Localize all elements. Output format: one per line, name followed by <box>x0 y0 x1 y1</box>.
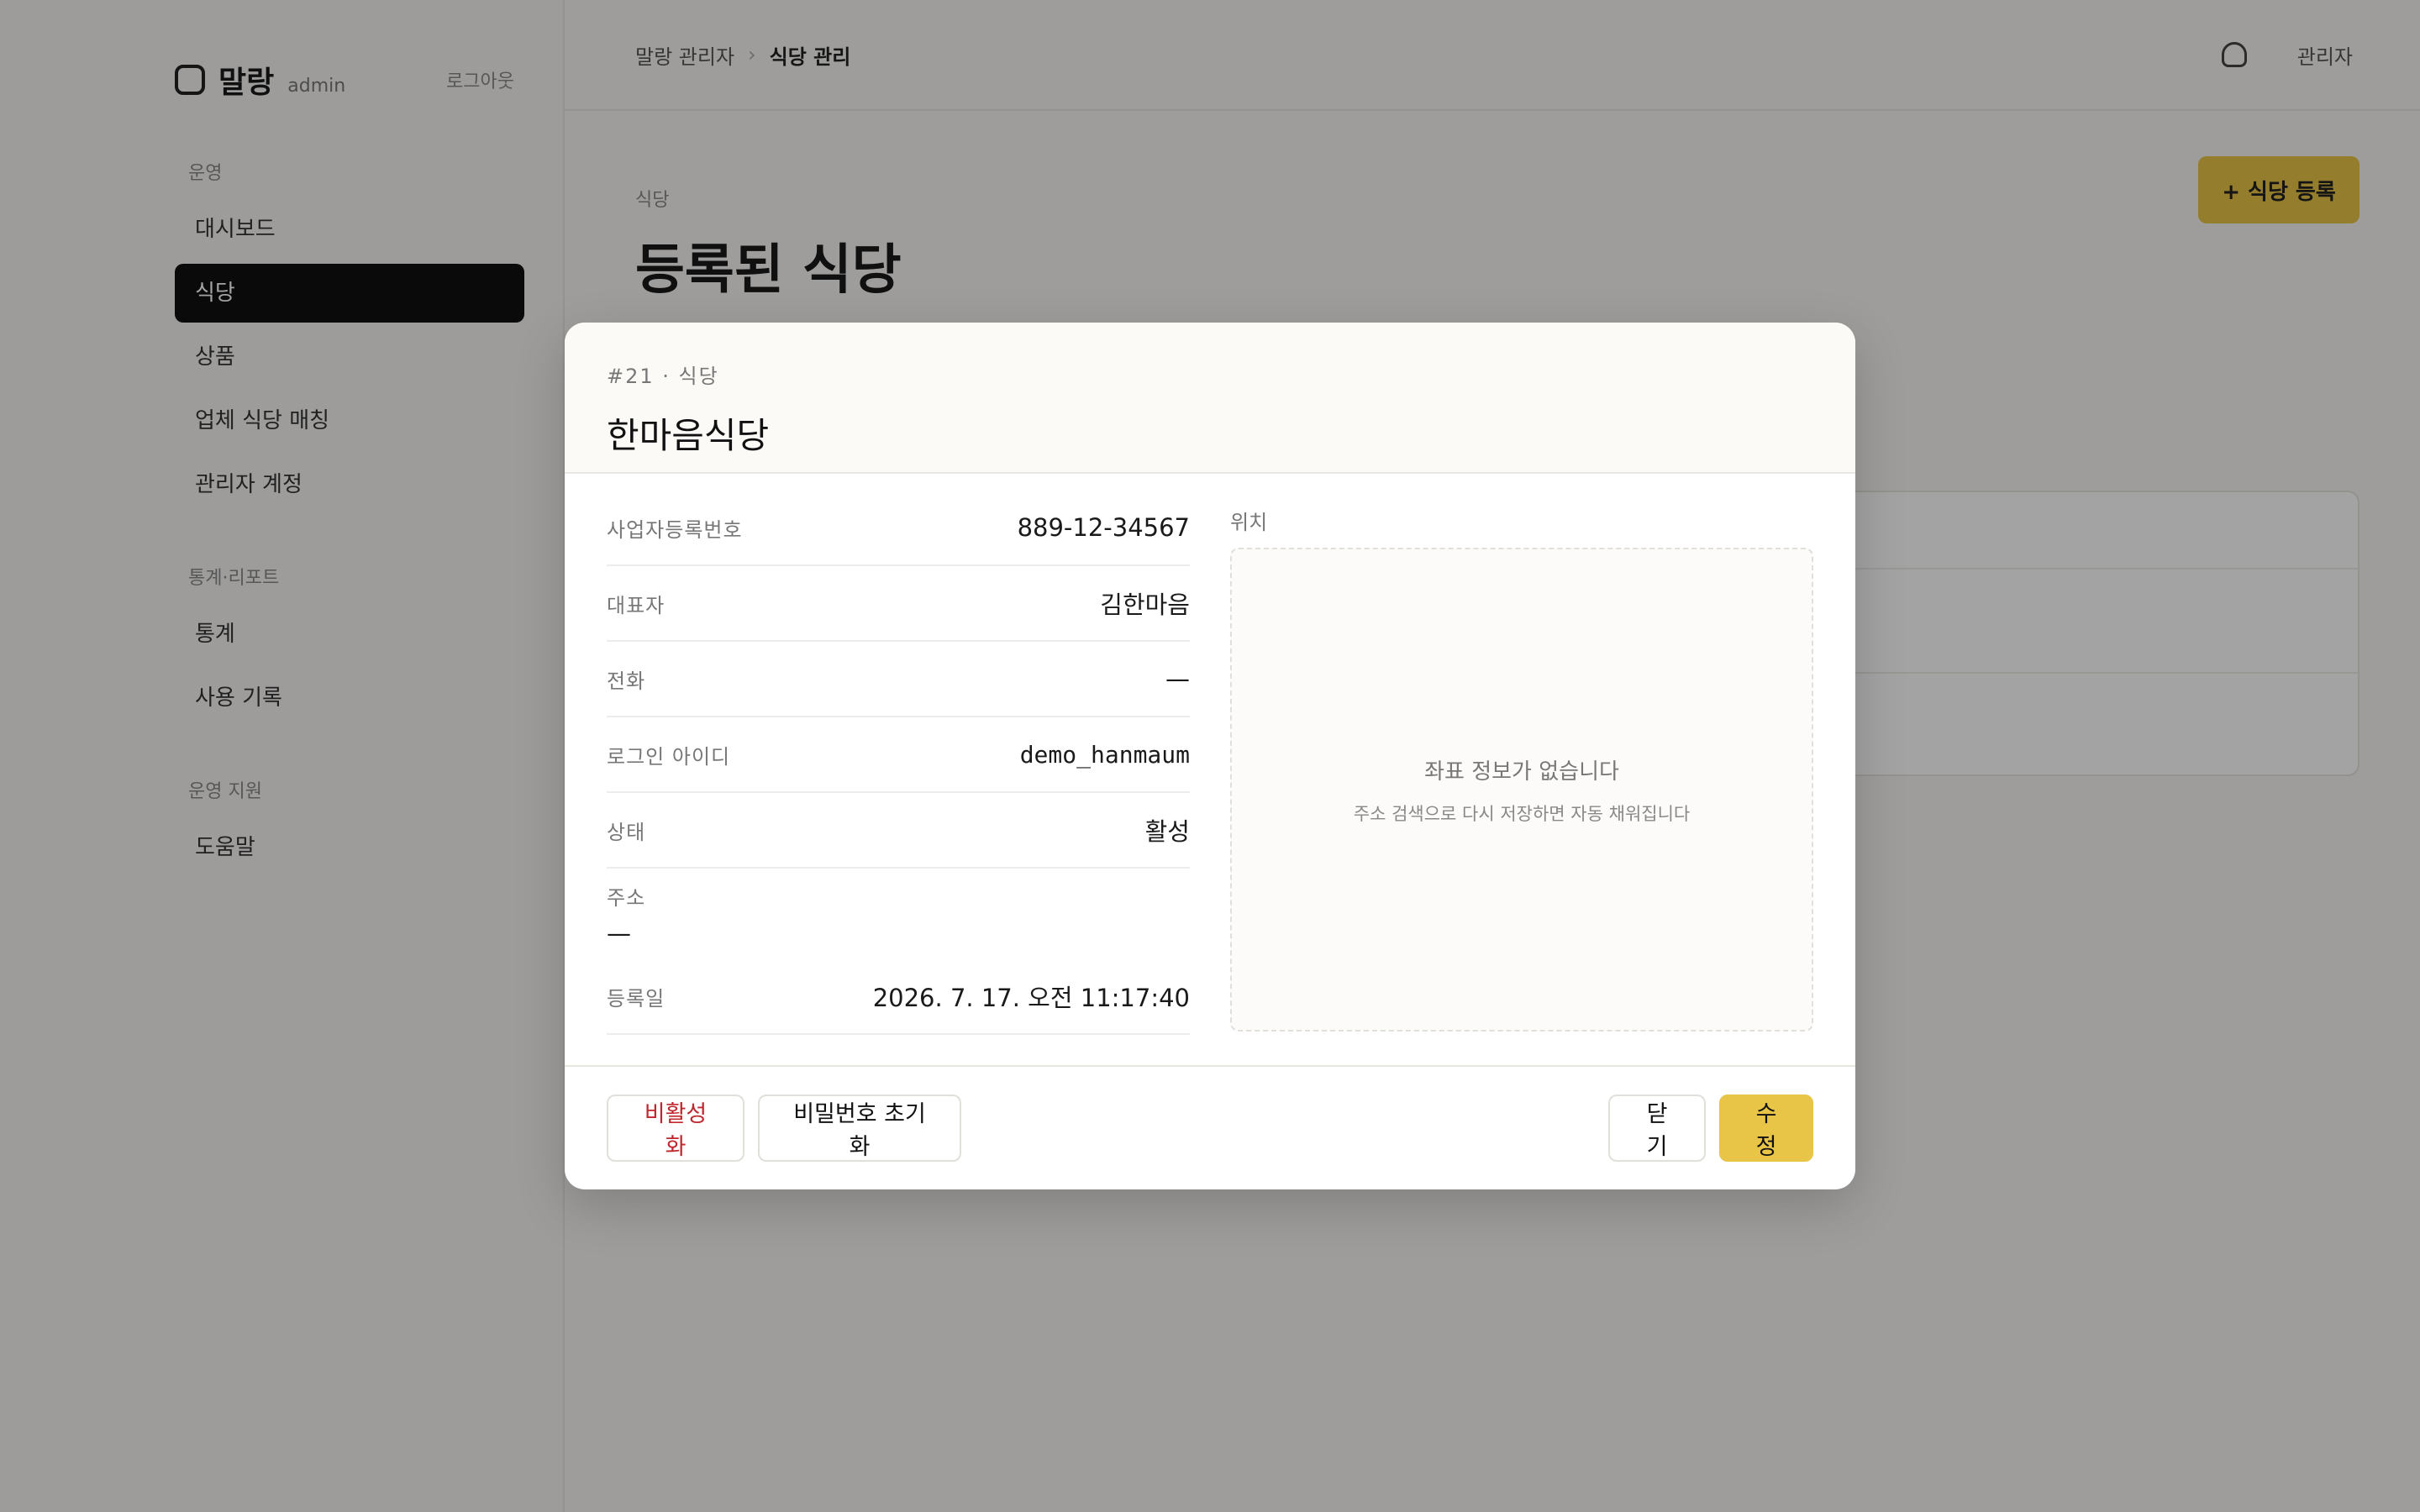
modal-footer: 비활성화 비밀번호 초기화 닫기 수정 <box>565 1065 1855 1189</box>
field-login-id: 로그인 아이디 demo_hanmaum <box>607 717 1190 793</box>
map-placeholder: 좌표 정보가 없습니다 주소 검색으로 다시 저장하면 자동 채워집니다 <box>1230 548 1813 1032</box>
close-button[interactable]: 닫기 <box>1608 1095 1706 1162</box>
info-list: 사업자등록번호 889-12-34567 대표자 김한마음 전화 — 로그인 아… <box>607 491 1190 1035</box>
field-phone: 전화 — <box>607 642 1190 717</box>
restaurant-detail-modal: #21 · 식당 한마음식당 사업자등록번호 889-12-34567 대표자 … <box>565 323 1855 1189</box>
field-value: 김한마음 <box>1100 591 1190 619</box>
field-label: 대표자 <box>607 593 666 617</box>
field-label: 사업자등록번호 <box>607 517 743 542</box>
location-label: 위치 <box>1230 511 1268 534</box>
modal-header: #21 · 식당 한마음식당 <box>565 323 1855 474</box>
edit-button[interactable]: 수정 <box>1719 1095 1813 1162</box>
field-label: 등록일 <box>607 986 666 1011</box>
field-value: demo_hanmaum <box>1019 740 1190 769</box>
modal-body: 사업자등록번호 889-12-34567 대표자 김한마음 전화 — 로그인 아… <box>565 474 1855 1035</box>
field-status: 상태 활성 <box>607 793 1190 869</box>
map-empty-title: 좌표 정보가 없습니다 <box>1424 759 1619 785</box>
deactivate-button[interactable]: 비활성화 <box>607 1095 744 1162</box>
modal-title: 한마음식당 <box>607 415 770 456</box>
field-owner: 대표자 김한마음 <box>607 566 1190 642</box>
field-label: 전화 <box>607 669 646 693</box>
field-business-number: 사업자등록번호 889-12-34567 <box>607 491 1190 566</box>
map-empty-subtitle: 주소 검색으로 다시 저장하면 자동 채워집니다 <box>1353 803 1691 824</box>
field-value: — <box>607 918 631 948</box>
field-address: 주소 — <box>607 869 1190 959</box>
reset-password-button[interactable]: 비밀번호 초기화 <box>758 1095 961 1162</box>
field-value: — <box>1165 664 1190 693</box>
field-value: 2026. 7. 17. 오전 11:17:40 <box>872 984 1190 1012</box>
field-value: 889-12-34567 <box>1017 513 1190 542</box>
field-label: 주소 <box>607 885 646 910</box>
field-created-at: 등록일 2026. 7. 17. 오전 11:17:40 <box>607 959 1190 1035</box>
modal-meta: #21 · 식당 <box>607 365 719 388</box>
field-label: 상태 <box>607 820 646 844</box>
field-value: 활성 <box>1144 817 1190 846</box>
field-label: 로그인 아이디 <box>607 744 731 769</box>
